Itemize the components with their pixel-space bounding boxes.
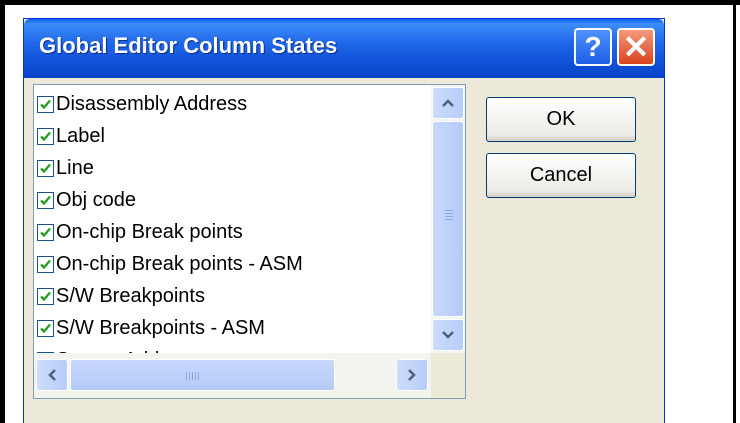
horizontal-scrollbar[interactable] bbox=[34, 353, 431, 398]
horizontal-scroll-thumb[interactable] bbox=[70, 359, 335, 391]
chevron-right-icon bbox=[408, 369, 416, 381]
screen-border-top bbox=[0, 0, 740, 5]
list-item[interactable]: On-chip Break points - ASM bbox=[37, 248, 417, 280]
title-bar[interactable]: Global Editor Column States ? ✕ bbox=[24, 19, 664, 78]
vertical-scrollbar[interactable] bbox=[431, 85, 465, 353]
item-label: S/W Breakpoints - ASM bbox=[56, 316, 265, 339]
checkbox[interactable] bbox=[37, 127, 54, 145]
item-label: On-chip Break points - ASM bbox=[56, 252, 303, 275]
scroll-up-button[interactable] bbox=[432, 87, 464, 119]
checkmark-icon bbox=[40, 163, 51, 173]
checkmark-icon bbox=[40, 291, 51, 301]
column-states-dialog: Global Editor Column States ? ✕ Disassem… bbox=[23, 18, 665, 423]
column-checklist[interactable]: Disassembly Address Label Line Obj code … bbox=[33, 84, 466, 399]
list-item[interactable]: S/W Breakpoints bbox=[37, 280, 417, 312]
checkbox[interactable] bbox=[37, 223, 54, 241]
checkbox[interactable] bbox=[37, 95, 54, 113]
list-item[interactable]: Label bbox=[37, 120, 417, 152]
checkmark-icon bbox=[40, 195, 51, 205]
help-icon: ? bbox=[584, 31, 602, 62]
scroll-down-button[interactable] bbox=[432, 319, 464, 351]
close-button[interactable]: ✕ bbox=[617, 28, 655, 66]
checkbox[interactable] bbox=[37, 255, 54, 273]
list-item[interactable]: Disassembly Address bbox=[37, 88, 417, 120]
grip-icon bbox=[186, 372, 187, 380]
checkbox[interactable] bbox=[37, 191, 54, 209]
item-label: Disassembly Address bbox=[56, 92, 248, 115]
list-item[interactable]: On-chip Break points bbox=[37, 216, 417, 248]
screen-border-right bbox=[733, 0, 736, 423]
checkbox[interactable] bbox=[37, 319, 54, 337]
checkbox[interactable] bbox=[37, 287, 54, 305]
list-item[interactable]: S/W Breakpoints - ASM bbox=[37, 312, 417, 344]
help-button[interactable]: ? bbox=[574, 28, 612, 66]
checkmark-icon bbox=[40, 99, 51, 109]
scrollbar-corner bbox=[431, 353, 465, 398]
checkmark-icon bbox=[40, 323, 51, 333]
screen-border-left bbox=[0, 0, 5, 423]
scroll-right-button[interactable] bbox=[396, 359, 428, 391]
item-label: Label bbox=[56, 124, 105, 147]
item-label: S/W Breakpoints bbox=[56, 284, 205, 307]
item-label: Obj code bbox=[56, 188, 137, 211]
checkmark-icon bbox=[40, 259, 51, 269]
item-label: Line bbox=[56, 156, 94, 179]
list-item[interactable]: Obj code bbox=[37, 184, 417, 216]
close-icon: ✕ bbox=[622, 29, 650, 65]
dialog-title: Global Editor Column States bbox=[39, 33, 338, 58]
chevron-down-icon bbox=[442, 331, 454, 339]
scroll-left-button[interactable] bbox=[36, 359, 68, 391]
ok-button[interactable]: OK bbox=[486, 97, 636, 142]
checkbox[interactable] bbox=[37, 159, 54, 177]
cancel-button[interactable]: Cancel bbox=[486, 153, 636, 198]
grip-icon bbox=[445, 210, 453, 211]
checkmark-icon bbox=[40, 227, 51, 237]
list-item[interactable]: Line bbox=[37, 152, 417, 184]
chevron-up-icon bbox=[442, 99, 454, 107]
vertical-scroll-thumb[interactable] bbox=[432, 121, 464, 317]
checklist-items: Disassembly Address Label Line Obj code … bbox=[37, 88, 417, 376]
chevron-left-icon bbox=[48, 369, 56, 381]
checkmark-icon bbox=[40, 131, 51, 141]
item-label: On-chip Break points bbox=[56, 220, 243, 243]
